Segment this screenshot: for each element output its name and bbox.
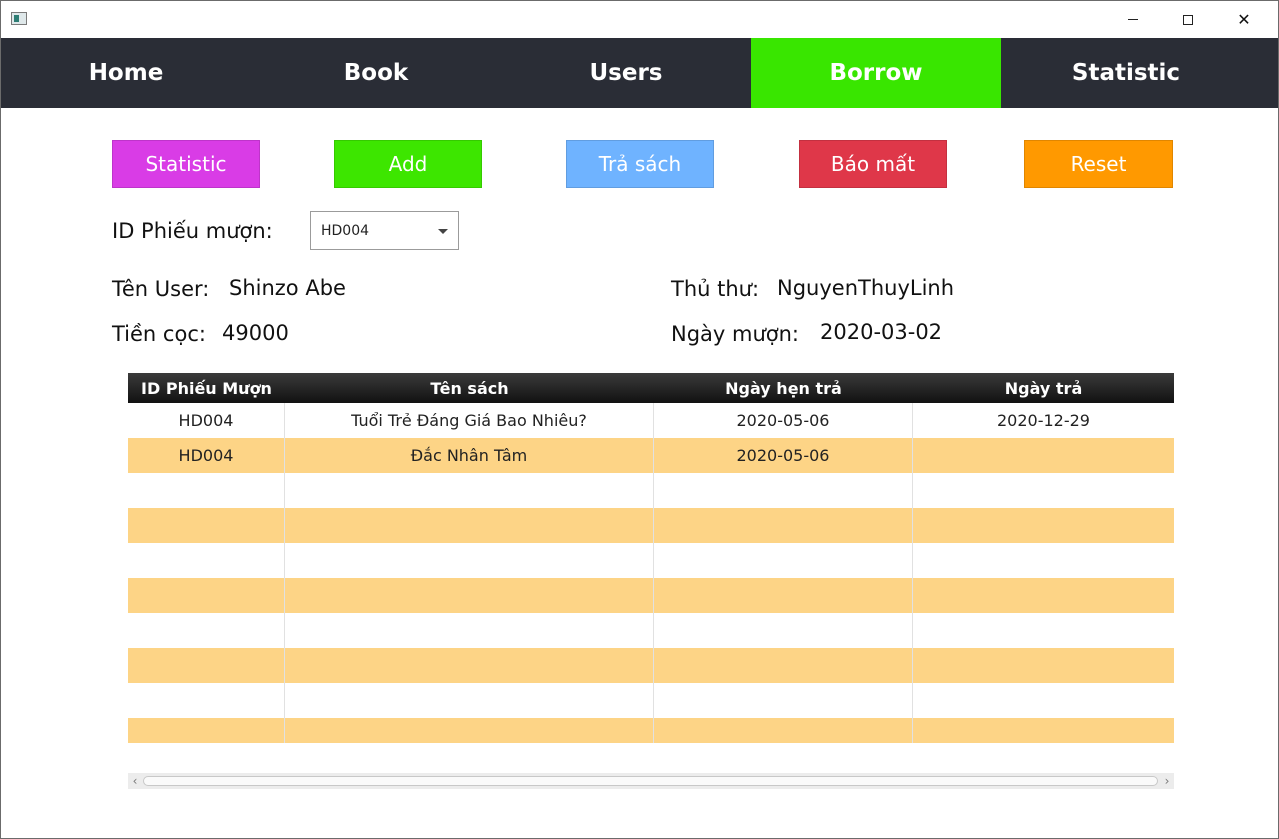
table-cell — [913, 648, 1174, 683]
column-header-due-date[interactable]: Ngày hẹn trả — [654, 373, 913, 403]
table-cell — [913, 683, 1174, 718]
report-lost-button[interactable]: Báo mất — [799, 140, 947, 188]
table-cell — [654, 578, 913, 613]
main-nav: Home Book Users Borrow Statistic — [1, 38, 1278, 108]
table-cell — [128, 508, 285, 543]
table-header: ID Phiếu Mượn Tên sách Ngày hẹn trả Ngày… — [128, 373, 1174, 403]
column-header-id[interactable]: ID Phiếu Mượn — [128, 373, 285, 403]
table-cell — [128, 578, 285, 613]
librarian-value: NguyenThuyLinh — [777, 276, 955, 300]
table-cell — [654, 718, 913, 743]
table-cell — [285, 578, 654, 613]
table-row[interactable] — [128, 613, 1174, 648]
return-book-button[interactable]: Trả sách — [566, 140, 714, 188]
scroll-right-icon[interactable]: › — [1160, 773, 1174, 789]
deposit-label: Tiền cọc: — [112, 322, 206, 346]
column-header-book-name[interactable]: Tên sách — [285, 373, 654, 403]
table-cell — [913, 438, 1174, 473]
table-cell — [654, 613, 913, 648]
table-cell — [913, 613, 1174, 648]
table-row[interactable] — [128, 718, 1174, 743]
horizontal-scrollbar[interactable]: ‹ › — [128, 773, 1174, 789]
table-cell — [913, 718, 1174, 743]
table-cell: HD004 — [128, 403, 285, 438]
id-phieu-muon-value: HD004 — [321, 223, 370, 239]
id-phieu-muon-select[interactable]: HD004 — [310, 211, 459, 250]
table-cell — [285, 683, 654, 718]
statistic-button[interactable]: Statistic — [112, 140, 260, 188]
title-bar: ✕ — [1, 1, 1278, 38]
table-row[interactable] — [128, 578, 1174, 613]
table-cell — [128, 613, 285, 648]
table-cell — [128, 683, 285, 718]
table-cell: Tuổi Trẻ Đáng Giá Bao Nhiêu? — [285, 403, 654, 438]
tab-book[interactable]: Book — [251, 38, 501, 108]
reset-button[interactable]: Reset — [1024, 140, 1173, 188]
table-row[interactable] — [128, 648, 1174, 683]
id-phieu-muon-label: ID Phiếu mượn: — [112, 219, 273, 243]
borrow-date-value: 2020-03-02 — [820, 320, 943, 344]
table-row[interactable]: HD004 Tuổi Trẻ Đáng Giá Bao Nhiêu? 2020-05… — [128, 403, 1174, 438]
tab-users[interactable]: Users — [501, 38, 751, 108]
table-cell — [913, 543, 1174, 578]
table-cell — [654, 648, 913, 683]
tab-statistic[interactable]: Statistic — [1001, 38, 1278, 108]
table-row[interactable] — [128, 683, 1174, 718]
scrollbar-thumb[interactable] — [143, 776, 1158, 786]
minimize-icon — [1128, 19, 1138, 20]
tab-borrow[interactable]: Borrow — [751, 38, 1001, 108]
table-cell — [285, 718, 654, 743]
add-button[interactable]: Add — [334, 140, 482, 188]
close-button[interactable]: ✕ — [1221, 1, 1267, 38]
maximize-button[interactable] — [1165, 1, 1211, 38]
close-icon: ✕ — [1237, 10, 1251, 29]
table-cell: HD004 — [128, 438, 285, 473]
app-icon — [11, 12, 27, 25]
tab-home[interactable]: Home — [1, 38, 251, 108]
scroll-left-icon[interactable]: ‹ — [128, 773, 142, 789]
chevron-down-icon — [438, 229, 448, 234]
column-header-return-date[interactable]: Ngày trả — [913, 373, 1174, 403]
table-cell: 2020-05-06 — [654, 403, 913, 438]
borrow-table: ID Phiếu Mượn Tên sách Ngày hẹn trả Ngày… — [128, 373, 1174, 789]
table-row[interactable] — [128, 543, 1174, 578]
table-cell — [285, 473, 654, 508]
table-cell — [913, 473, 1174, 508]
user-name-label: Tên User: — [112, 277, 210, 301]
table-cell — [285, 613, 654, 648]
librarian-label: Thủ thư: — [671, 277, 760, 301]
table-cell — [654, 543, 913, 578]
table-cell — [128, 648, 285, 683]
table-cell: Đắc Nhân Tâm — [285, 438, 654, 473]
deposit-value: 49000 — [222, 321, 289, 345]
user-name-value: Shinzo Abe — [229, 276, 346, 300]
table-cell — [128, 473, 285, 508]
table-cell — [913, 578, 1174, 613]
table-cell: 2020-05-06 — [654, 438, 913, 473]
table-row[interactable] — [128, 508, 1174, 543]
maximize-icon — [1183, 14, 1193, 25]
app-window: ✕ Home Book Users Borrow Statistic Stati… — [0, 0, 1279, 839]
table-cell — [285, 648, 654, 683]
table-cell — [654, 508, 913, 543]
minimize-button[interactable] — [1110, 1, 1156, 38]
table-body: HD004 Tuổi Trẻ Đáng Giá Bao Nhiêu? 2020-05… — [128, 403, 1174, 743]
table-row[interactable]: HD004 Đắc Nhân Tâm 2020-05-06 — [128, 438, 1174, 473]
borrow-date-label: Ngày mượn: — [671, 322, 800, 346]
table-cell — [913, 508, 1174, 543]
table-row[interactable] — [128, 473, 1174, 508]
table-cell — [285, 508, 654, 543]
table-cell — [285, 543, 654, 578]
table-cell: 2020-12-29 — [997, 411, 1090, 430]
table-cell — [654, 473, 913, 508]
table-cell — [128, 543, 285, 578]
table-cell — [128, 718, 285, 743]
table-cell — [654, 683, 913, 718]
